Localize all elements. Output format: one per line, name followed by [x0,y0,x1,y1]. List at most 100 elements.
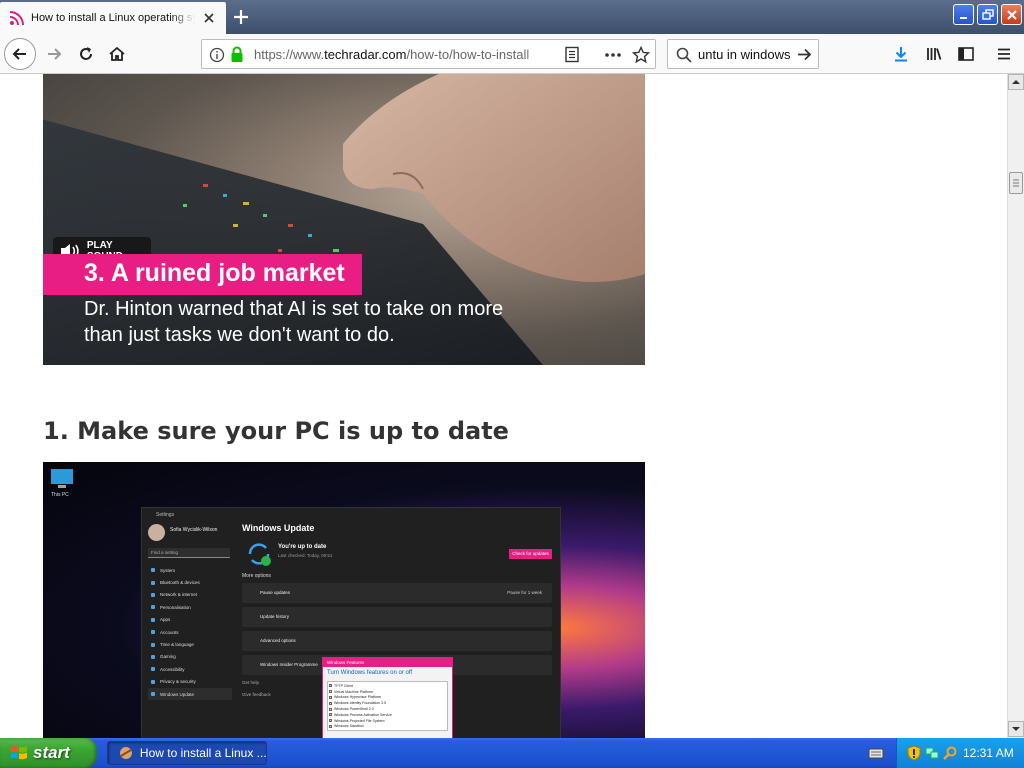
settings-sidebar-icon [151,654,155,659]
settings-sidebar-item: Network & internet [148,589,232,601]
restore-window-button[interactable] [977,4,998,25]
taskbar-item-browser[interactable]: How to install a Linux ... [107,741,267,765]
lock-icon[interactable] [230,46,244,63]
chevron-down-icon [1012,727,1020,731]
start-button[interactable]: start [0,738,97,768]
caption-title: 3. A ruined job market [84,259,345,287]
update-option-label: Advanced options [260,638,296,643]
settings-sidebar-label: Privacy & security [160,679,196,685]
user-name: Sofia Wycislik-Wilson [170,527,218,533]
more-options-label: More options [242,573,271,579]
feature-item: Windows Sandbox [329,724,446,730]
video-player[interactable]: PLAY SOUND 3. A ruined job market Dr. Hi… [43,74,645,365]
address-bar[interactable]: https://www.techradar.com/how-to/how-to-… [201,39,656,69]
settings-sidebar-item: Time & language [148,638,232,650]
close-icon [1006,9,1017,20]
browser-tab[interactable]: How to install a Linux operating system [0,2,226,34]
feature-label: Windows PowerShell 2.0 [334,707,374,712]
back-button[interactable] [4,38,36,70]
feature-label: Windows Process Activation Service [334,712,392,717]
settings-sidebar-item: Personalisation [148,601,232,613]
url-domain: techradar.com [324,47,407,62]
settings-sidebar-label: Gaming [160,654,176,660]
settings-sidebar-item: Windows Update [148,687,232,701]
feature-label: Windows Sandbox [334,724,364,729]
feature-checkbox [329,684,332,688]
update-option-label: Update history [260,614,290,619]
page-content: PLAY SOUND 3. A ruined job market Dr. Hi… [0,74,1007,738]
features-dialog-title: Windows Features [323,658,452,667]
minimize-window-button[interactable] [953,4,974,25]
downloads-button[interactable] [885,38,917,70]
this-pc-icon [51,469,73,488]
download-icon [895,47,907,62]
windows-features-dialog: Windows Features Turn Windows features o… [322,657,453,738]
search-bar[interactable]: untu in windows [667,39,819,69]
new-tab-icon[interactable] [229,5,253,29]
windows-logo-icon [11,745,27,760]
close-tab-icon[interactable] [200,9,218,27]
settings-sidebar-icon [151,580,155,585]
url-text: https://www.techradar.com/how-to/how-to-… [254,47,554,62]
reader-view-icon[interactable] [564,46,580,63]
taskbar: start How to install a Linux ... 12:31 A… [0,738,1024,768]
keyboard-icon[interactable] [868,746,884,760]
settings-sidebar-icon [151,568,155,573]
forward-button[interactable] [38,38,70,70]
system-tray: 12:31 AM [896,738,1024,768]
windows-update-title: Windows Update [242,523,315,533]
desktop-icon-label: This PC [51,492,69,498]
grip-icon [1013,179,1019,187]
update-option-value: Pause for 1 week [507,590,542,595]
check-updates-button: Check for updates [509,549,552,559]
minimize-icon [959,16,967,19]
vertical-scrollbar[interactable] [1007,74,1024,738]
scroll-down-button[interactable] [1008,721,1024,737]
search-go-icon[interactable] [796,46,813,63]
app-icon [119,747,132,759]
home-button[interactable] [101,38,133,70]
article-screenshot-image: This PC Settings Sofia Wycislik-Wilson F… [43,462,645,738]
bookmark-star-icon[interactable] [632,46,650,64]
clock: 12:31 AM [963,746,1014,760]
settings-sidebar-item: Apps [148,614,232,626]
info-icon[interactable] [209,47,225,63]
url-prefix: https://www. [254,47,325,62]
search-tray-icon[interactable] [943,746,957,760]
network-icon[interactable] [925,746,939,760]
settings-sidebar-label: Bluetooth & devices [160,580,200,586]
settings-sidebar-label: Accounts [160,629,179,635]
feature-checkbox [329,695,332,699]
section-heading: 1. Make sure your PC is up to date [43,417,509,445]
navigation-toolbar: https://www.techradar.com/how-to/how-to-… [0,34,1024,74]
feature-checkbox [329,701,332,705]
security-shield-icon[interactable] [907,745,921,761]
settings-sidebar-item: Bluetooth & devices [148,576,232,588]
restore-icon [981,8,994,20]
settings-title: Settings [156,512,175,518]
library-button[interactable] [918,38,950,70]
home-icon [109,46,125,61]
menu-button[interactable] [988,38,1020,70]
library-icon [927,48,942,60]
status-subtitle: Last checked: Today, 09:51 [278,553,333,558]
settings-sidebar-label: Apps [160,617,171,623]
page-actions-icon[interactable] [604,52,622,58]
feature-label: TFTP Client [334,683,354,688]
start-label: start [33,743,70,762]
update-option-row: Advanced options [242,631,552,651]
settings-sidebar-icon [151,679,155,684]
settings-sidebar-icon [151,605,155,610]
scroll-thumb[interactable] [1009,172,1023,194]
settings-sidebar-icon [151,667,155,672]
close-window-button[interactable] [1001,4,1022,25]
scroll-up-button[interactable] [1008,74,1024,90]
feature-checkbox [329,719,332,723]
tab-strip: How to install a Linux operating system [0,0,1024,34]
sidebar-toggle-button[interactable] [950,38,982,70]
update-option-row: Update history [242,607,552,627]
reload-button[interactable] [70,38,102,70]
settings-sidebar-label: Personalisation [160,604,191,610]
settings-sidebar-icon [151,617,155,622]
find-setting-input: Find a setting [148,548,230,558]
